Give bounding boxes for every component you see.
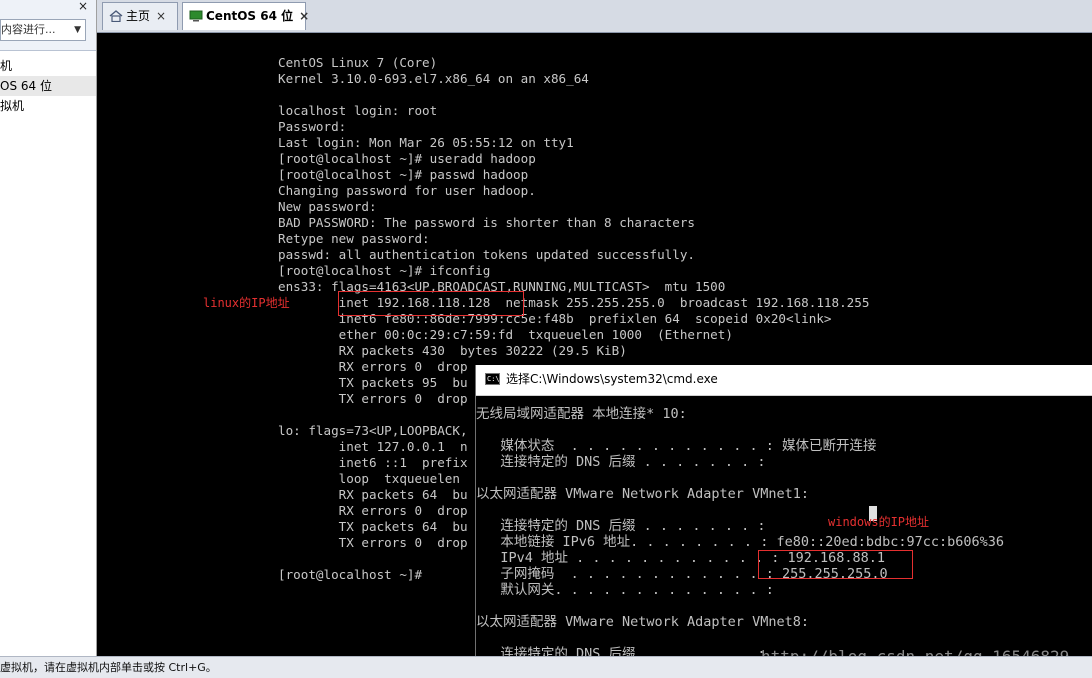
library-item-host[interactable]: 机 — [0, 56, 96, 76]
cmd-title: 选择C:\Windows\system32\cmd.exe — [506, 372, 718, 386]
tab-centos-label: CentOS 64 位 — [206, 9, 294, 23]
tab-bar: 主页 × CentOS 64 位 × — [97, 0, 1092, 33]
library-search-value: 内容进行... — [1, 23, 56, 36]
close-icon[interactable]: × — [77, 0, 89, 12]
cmd-window[interactable]: C:\ 选择C:\Windows\system32\cmd.exe 无线局域网适… — [475, 365, 1092, 678]
linux-ip-highlight-box — [338, 291, 524, 316]
cmd-titlebar[interactable]: C:\ 选择C:\Windows\system32\cmd.exe — [476, 365, 1092, 396]
library-tree: 机 OS 64 位 拟机 — [0, 56, 96, 116]
status-bar: 虚拟机，请在虚拟机内部单击或按 Ctrl+G。 — [0, 656, 1092, 678]
windows-ip-highlight-box — [758, 550, 913, 579]
tab-home-close-icon[interactable]: × — [156, 3, 166, 29]
chevron-down-icon[interactable]: ▼ — [74, 20, 81, 40]
tab-home[interactable]: 主页 × — [102, 2, 178, 30]
home-icon — [109, 10, 123, 22]
library-panel: × 内容进行... ▼ 机 OS 64 位 拟机 — [0, 0, 97, 656]
tab-centos[interactable]: CentOS 64 位 × — [182, 2, 309, 30]
tab-home-label: 主页 — [126, 9, 151, 23]
windows-ip-annotation: windows的IP地址 — [828, 515, 930, 529]
cmd-output: 无线局域网适配器 本地连接* 10: 媒体状态 . . . . . . . . … — [476, 406, 1005, 678]
library-header: × 内容进行... ▼ — [0, 0, 96, 51]
library-search-input[interactable]: 内容进行... ▼ — [0, 19, 86, 41]
tab-centos-close-icon[interactable]: × — [299, 3, 309, 29]
library-item-shared-vms[interactable]: 拟机 — [0, 96, 96, 116]
cmd-icon: C:\ — [485, 373, 500, 385]
vm-icon — [189, 10, 203, 22]
library-item-centos[interactable]: OS 64 位 — [0, 76, 96, 96]
linux-ip-annotation: linux的IP地址 — [203, 296, 290, 310]
